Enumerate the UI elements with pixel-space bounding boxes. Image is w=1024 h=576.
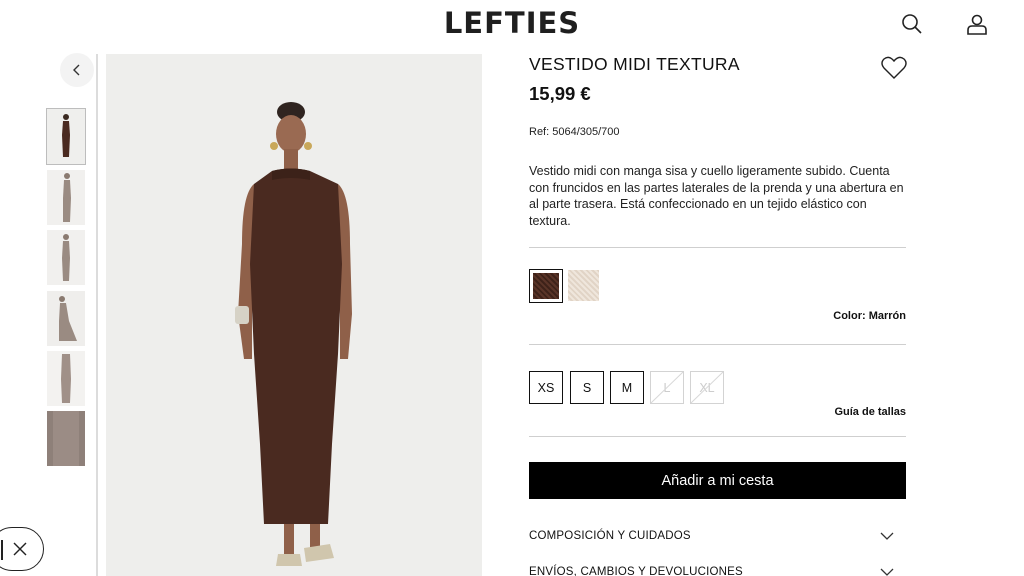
swatch-fill [568,270,599,301]
thumbnail-scrollbar[interactable] [96,54,98,576]
product-reference: Ref: 5064/305/700 [529,126,620,138]
color-swatch-marron[interactable] [529,269,563,303]
product-main-image[interactable] [106,54,482,576]
add-to-cart-button[interactable]: Añadir a mi cesta [529,462,906,499]
brand-logo[interactable]: LEFTIES [0,6,1024,40]
gallery-back-button[interactable] [60,53,94,87]
thumbnail-3[interactable] [47,230,85,285]
thumbnail-2[interactable] [47,170,85,225]
site-header: LEFTIES [0,0,1024,48]
search-icon[interactable] [897,9,927,39]
size-xs-button[interactable]: XS [529,371,563,404]
size-l-button[interactable]: L [650,371,684,404]
product-title: VESTIDO MIDI TEXTURA [529,54,740,74]
thumbnail-4[interactable] [47,291,85,346]
accordion-label: COMPOSICIÓN Y CUIDADOS [529,530,691,542]
divider [529,344,906,345]
chevron-down-icon [880,532,894,540]
favorite-button[interactable] [880,54,908,82]
product-description: Vestido midi con manga sisa y cuello lig… [529,164,904,228]
divider-bar [1,540,3,560]
selected-color-label: Color: Marrón [833,310,906,322]
accordion-label: ENVÍOS, CAMBIOS Y DEVOLUCIONES [529,566,743,576]
size-xl-button[interactable]: XL [690,371,724,404]
close-gallery-button[interactable] [0,527,44,571]
product-price: 15,99 € [529,83,591,104]
heart-icon [881,56,907,79]
accordion-composition[interactable]: COMPOSICIÓN Y CUIDADOS [529,524,906,548]
user-icon[interactable] [962,9,992,39]
thumbnail-5[interactable] [47,351,85,406]
swatch-fill [533,273,559,299]
divider [529,436,906,437]
close-icon [13,542,27,556]
size-m-button[interactable]: M [610,371,644,404]
color-swatch-crudo[interactable] [568,270,599,301]
size-guide-link[interactable]: Guía de tallas [529,406,906,418]
thumbnail-6[interactable] [47,411,85,466]
chevron-left-icon [73,64,80,76]
accordion-shipping[interactable]: ENVÍOS, CAMBIOS Y DEVOLUCIONES [529,560,906,576]
chevron-down-icon [880,568,894,576]
thumbnail-1[interactable] [46,108,86,165]
size-s-button[interactable]: S [570,371,604,404]
divider [529,247,906,248]
